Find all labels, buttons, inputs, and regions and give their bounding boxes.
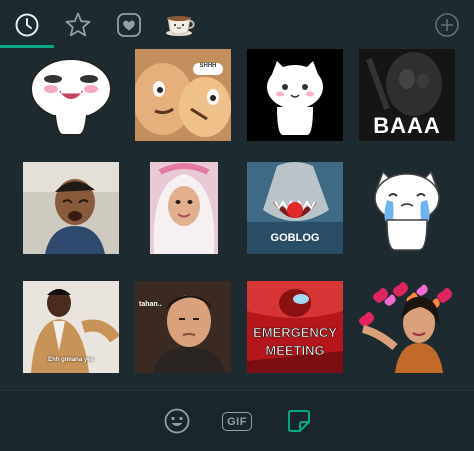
sticker-cartoon-whisper[interactable]: SHHH xyxy=(135,49,231,141)
active-tab-indicator xyxy=(0,45,54,48)
gif-label: GIF xyxy=(227,415,247,428)
sticker-hearts-woman[interactable] xyxy=(359,281,455,373)
sticker-text: GOBLOG xyxy=(270,232,320,244)
tab-recent[interactable] xyxy=(7,6,47,44)
sticker-text-line2: MEETING xyxy=(265,343,325,359)
smiley-icon xyxy=(164,408,190,434)
tab-favorites[interactable] xyxy=(58,6,98,44)
sticker-crying-boy[interactable] xyxy=(23,162,119,254)
gif-badge: GIF xyxy=(222,411,252,431)
sticker-tab-button[interactable] xyxy=(282,405,316,437)
emoji-tab-button[interactable] xyxy=(160,405,194,437)
star-icon xyxy=(65,12,91,37)
sticker-text: Ehh gimana yee xyxy=(48,357,94,363)
heart-icon xyxy=(117,13,141,37)
sticker-grid: SHHH BAAA GOBLOG Ehh gimana yee tahan.. … xyxy=(0,49,474,390)
sticker-shark[interactable]: GOBLOG xyxy=(247,162,343,254)
keyboard-mode-bar: GIF xyxy=(0,390,474,451)
plus-icon xyxy=(435,13,459,37)
sticker-white-blob-grin[interactable] xyxy=(23,49,119,141)
sticker-text: SHHH xyxy=(199,63,217,69)
sticker-text: BAAA xyxy=(373,113,441,138)
clock-icon xyxy=(15,13,39,37)
sticker-baaa[interactable]: BAAA xyxy=(359,49,455,141)
sticker-dancing-man[interactable]: Ehh gimana yee xyxy=(23,281,119,373)
sticker-text-line1: EMERGENCY xyxy=(253,325,337,341)
sticker-tab-bar xyxy=(0,0,474,49)
sticker-hijab-girl[interactable] xyxy=(150,162,218,254)
coffee-cup-icon xyxy=(166,15,195,36)
tab-liked[interactable] xyxy=(109,6,149,44)
sticker-tahan-guy[interactable]: tahan.. xyxy=(135,281,231,373)
sticker-white-cat[interactable] xyxy=(247,49,343,141)
sticker-crying-cat[interactable] xyxy=(359,162,455,254)
gif-tab-button[interactable]: GIF xyxy=(220,405,254,437)
add-sticker-pack-button[interactable] xyxy=(427,6,467,44)
sticker-emergency-meeting[interactable]: EMERGENCY MEETING xyxy=(247,281,343,373)
sticker-icon xyxy=(288,410,310,432)
sticker-text: tahan.. xyxy=(139,301,162,308)
tab-pack[interactable] xyxy=(160,6,200,44)
